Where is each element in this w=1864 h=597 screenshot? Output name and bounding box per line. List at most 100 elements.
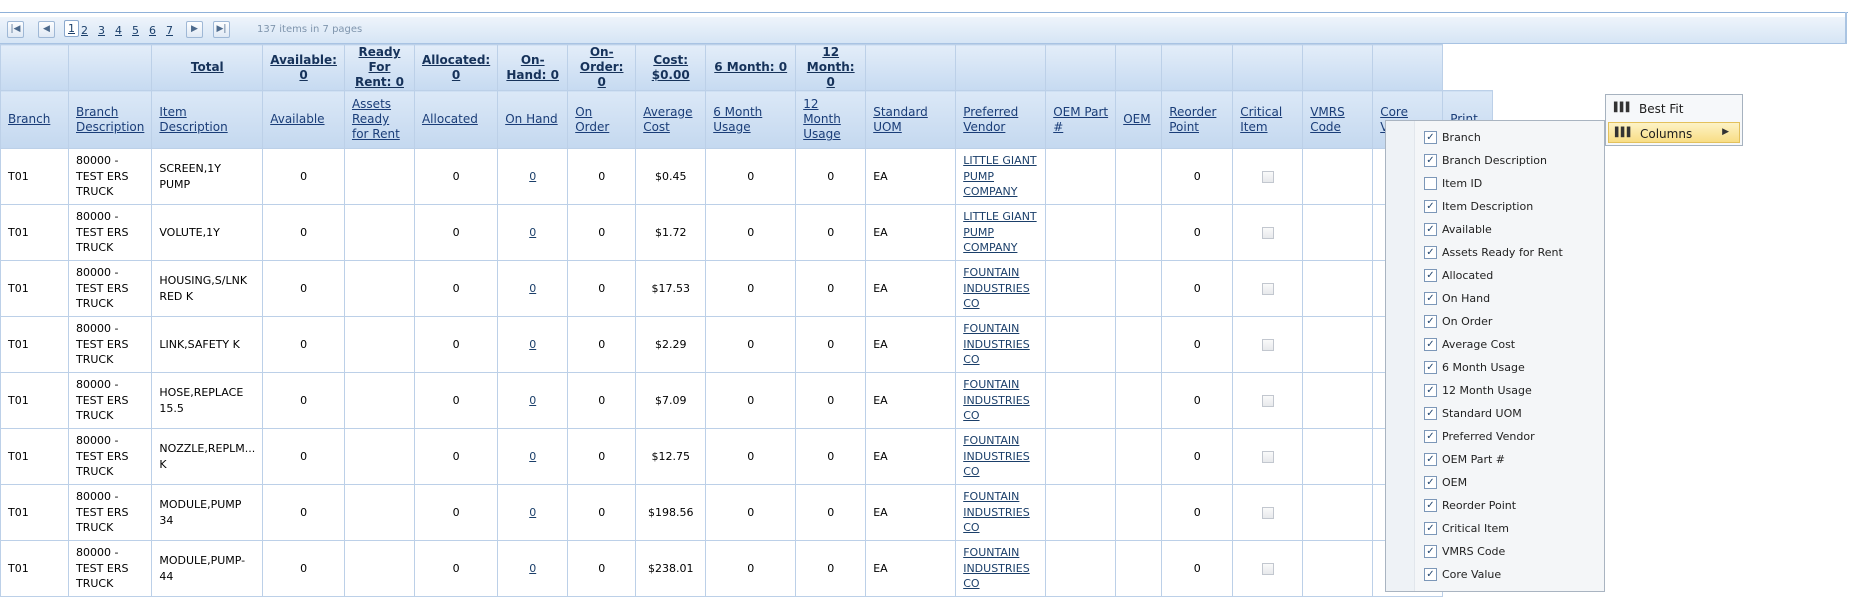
column-header-m12[interactable]: 12 Month Usage [795,90,867,149]
column-toggle-item[interactable]: Item ID [1424,174,1599,194]
column-header-on-hand[interactable]: On Hand [497,90,569,149]
vendor-link[interactable]: FOUNTAIN INDUSTRIES CO [963,490,1030,534]
on-hand-link[interactable]: 0 [529,338,536,351]
on-hand-link[interactable]: 0 [529,506,536,519]
column-toggle-item[interactable]: ✓ OEM [1424,473,1599,493]
checked-checkbox-icon[interactable]: ✓ [1424,269,1437,282]
cell-on-hand: 0 [497,316,569,373]
column-toggle-item[interactable]: ✓ VMRS Code [1424,542,1599,562]
table-row[interactable]: T01 80000 - TEST ERS TRUCK MODULE,PUMP 34 0… [0,484,1493,541]
on-hand-link[interactable]: 0 [529,282,536,295]
column-header-item-desc[interactable]: Item Description [151,90,264,149]
checked-checkbox-icon[interactable]: ✓ [1424,338,1437,351]
column-toggle-item[interactable]: ✓ On Order [1424,312,1599,332]
column-header-m6[interactable]: 6 Month Usage [705,90,797,149]
column-toggle-item[interactable]: ✓ On Hand [1424,289,1599,309]
column-header-uom[interactable]: Standard UOM [865,90,957,149]
cell-branch-desc: 80000 - TEST ERS TRUCK [67,484,153,541]
column-toggle-item[interactable]: ✓ Assets Ready for Rent [1424,243,1599,263]
column-toggle-item[interactable]: ✓ Average Cost [1424,335,1599,355]
column-header-oem[interactable]: OEM [1115,90,1163,149]
column-toggle-item[interactable]: ✓ Core Value [1424,565,1599,585]
column-header-vendor[interactable]: Preferred Vendor [955,90,1047,149]
first-page-icon[interactable]: |◀ [7,21,24,38]
checked-checkbox-icon[interactable]: ✓ [1424,476,1437,489]
column-header-branch-desc[interactable]: Branch Description [67,90,153,149]
checked-checkbox-icon[interactable]: ✓ [1424,499,1437,512]
page-link-5[interactable]: 5 [132,24,139,37]
column-toggle-item[interactable]: ✓ Item Description [1424,197,1599,217]
checked-checkbox-icon[interactable]: ✓ [1424,545,1437,558]
column-toggle-item[interactable]: ✓ 12 Month Usage [1424,381,1599,401]
column-header-branch[interactable]: Branch [0,90,69,149]
checked-checkbox-icon[interactable]: ✓ [1424,315,1437,328]
column-header-available[interactable]: Available [262,90,345,149]
checked-checkbox-icon[interactable]: ✓ [1424,246,1437,259]
column-toggle-item[interactable]: ✓ Reorder Point [1424,496,1599,516]
on-hand-link[interactable]: 0 [529,450,536,463]
column-toggle-item[interactable]: ✓ Critical Item [1424,519,1599,539]
columns-menu-item[interactable]: ▌▌▌ Columns ▶ [1608,122,1740,143]
checked-checkbox-icon[interactable]: ✓ [1424,292,1437,305]
last-page-icon[interactable]: ▶| [213,21,230,38]
column-header-reorder[interactable]: Reorder Point [1161,90,1234,149]
column-toggle-item[interactable]: ✓ 6 Month Usage [1424,358,1599,378]
on-hand-link[interactable]: 0 [529,170,536,183]
vendor-link[interactable]: LITTLE GIANT PUMP COMPANY [963,154,1036,198]
column-header-avg-cost[interactable]: Average Cost [635,90,707,149]
checked-checkbox-icon[interactable]: ✓ [1424,453,1437,466]
column-header-assets-ready[interactable]: Assets Ready for Rent [343,90,415,149]
column-toggle-item[interactable]: ✓ Standard UOM [1424,404,1599,424]
column-header-oem-part[interactable]: OEM Part # [1045,90,1117,149]
checked-checkbox-icon[interactable]: ✓ [1424,522,1437,535]
column-toggle-item[interactable]: ✓ Branch [1424,128,1599,148]
on-hand-link[interactable]: 0 [529,562,536,575]
vendor-link[interactable]: FOUNTAIN INDUSTRIES CO [963,322,1030,366]
vendor-link[interactable]: FOUNTAIN INDUSTRIES CO [963,434,1030,478]
table-row[interactable]: T01 80000 - TEST ERS TRUCK MODULE,PUMP-44 0… [0,540,1493,597]
checked-checkbox-icon[interactable]: ✓ [1424,154,1437,167]
unchecked-checkbox-icon[interactable] [1424,177,1437,190]
column-header-vmrs[interactable]: VMRS Code [1302,90,1374,149]
vendor-link[interactable]: LITTLE GIANT PUMP COMPANY [963,210,1036,254]
table-row[interactable]: T01 80000 - TEST ERS TRUCK LINK,SAFETY K00… [0,316,1493,373]
column-toggle-item[interactable]: ✓ Available [1424,220,1599,240]
table-row[interactable]: T01 80000 - TEST ERS TRUCK SCREEN,1Y PUMP 0… [0,148,1493,205]
table-row[interactable]: T01 80000 - TEST ERS TRUCK NOZZLE,REPLM...… [0,428,1493,485]
checked-checkbox-icon[interactable]: ✓ [1424,430,1437,443]
column-header-allocated[interactable]: Allocated [413,90,499,149]
on-hand-link[interactable]: 0 [529,394,536,407]
page-link-1[interactable]: 1 [64,20,79,37]
column-toggle-item[interactable]: ✓ OEM Part # [1424,450,1599,470]
prev-page-icon[interactable]: ◀ [38,21,55,38]
checked-checkbox-icon[interactable]: ✓ [1424,200,1437,213]
page-link-4[interactable]: 4 [115,24,122,37]
best-fit-menu-item[interactable]: ▌▌▌ Best Fit [1608,98,1740,119]
cell-vendor: FOUNTAIN INDUSTRIES CO [955,372,1047,429]
page-link-2[interactable]: 2 [81,24,88,37]
column-toggle-item[interactable]: ✓ Preferred Vendor [1424,427,1599,447]
table-row[interactable]: T01 80000 - TEST ERS TRUCK VOLUTE,1Y 0 0 0 0 $1… [0,204,1493,261]
table-row[interactable]: T01 80000 - TEST ERS TRUCK HOSE,REPLACE 15… [0,372,1493,429]
checked-checkbox-icon[interactable]: ✓ [1424,131,1437,144]
page-link-6[interactable]: 6 [149,24,156,37]
vendor-link[interactable]: FOUNTAIN INDUSTRIES CO [963,378,1030,422]
page-link-3[interactable]: 3 [98,24,105,37]
checked-checkbox-icon[interactable]: ✓ [1424,568,1437,581]
vendor-link[interactable]: FOUNTAIN INDUSTRIES CO [963,546,1030,590]
next-page-icon[interactable]: ▶ [186,21,203,38]
page-link-7[interactable]: 7 [166,24,173,37]
checked-checkbox-icon[interactable]: ✓ [1424,407,1437,420]
on-hand-link[interactable]: 0 [529,226,536,239]
column-header-on-order[interactable]: On Order [567,90,637,149]
column-toggle-item[interactable]: ✓ Allocated [1424,266,1599,286]
vendor-link[interactable]: FOUNTAIN INDUSTRIES CO [963,266,1030,310]
cell-on-order: 0 [567,428,637,485]
column-toggle-item[interactable]: ✓ Branch Description [1424,151,1599,171]
table-row[interactable]: T01 80000 - TEST ERS TRUCK HOUSING,S/LNK R… [0,260,1493,317]
checked-checkbox-icon[interactable]: ✓ [1424,223,1437,236]
column-header-critical[interactable]: Critical Item [1232,90,1304,149]
checked-checkbox-icon[interactable]: ✓ [1424,361,1437,374]
checked-checkbox-icon[interactable]: ✓ [1424,384,1437,397]
cell-item-desc: LINK,SAFETY K [151,316,264,373]
